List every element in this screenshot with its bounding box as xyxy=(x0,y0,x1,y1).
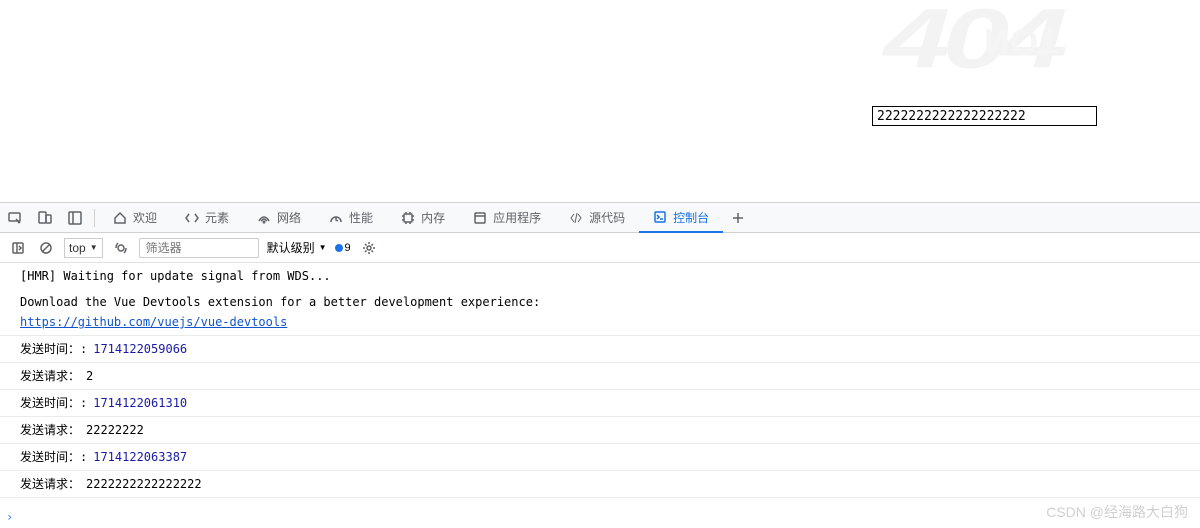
elements-icon xyxy=(185,211,199,225)
log-label: 发送时间：: xyxy=(20,339,87,359)
tab-memory[interactable]: 内存 xyxy=(387,203,459,233)
tab-network[interactable]: 网络 xyxy=(243,203,315,233)
tab-label: 控制台 xyxy=(673,209,709,226)
log-label: 发送请求： xyxy=(20,474,80,494)
log-message: Download the Vue Devtools extension for … xyxy=(20,292,540,332)
tab-elements[interactable]: 元素 xyxy=(171,203,243,233)
tab-label: 应用程序 xyxy=(493,209,541,226)
log-value: 1714122059066 xyxy=(93,339,187,359)
context-selector[interactable]: top ▼ xyxy=(64,238,103,258)
tab-welcome[interactable]: 欢迎 xyxy=(99,203,171,233)
divider xyxy=(94,209,95,227)
console-log-row: 发送请求： 2222222222222222 xyxy=(0,471,1200,498)
log-value: 2222222222222222 xyxy=(86,474,202,494)
log-level-selector[interactable]: 默认级别 ▼ xyxy=(267,239,327,256)
devtools-tabs-bar: 欢迎 元素 网络 性能 内存 应用程序 源代码 控制台 xyxy=(0,203,1200,233)
console-log-row: 发送请求： 2 xyxy=(0,363,1200,390)
console-log-row: Download the Vue Devtools extension for … xyxy=(0,289,1200,336)
tab-label: 源代码 xyxy=(589,209,625,226)
tab-label: 欢迎 xyxy=(133,209,157,226)
console-log-row: 发送时间：: 1714122063387 xyxy=(0,444,1200,471)
log-value: 22222222 xyxy=(86,420,144,440)
network-icon xyxy=(257,211,271,225)
log-message: [HMR] Waiting for update signal from WDS… xyxy=(20,266,331,286)
console-log-row: [HMR] Waiting for update signal from WDS… xyxy=(0,263,1200,289)
tab-sources[interactable]: 源代码 xyxy=(555,203,639,233)
tab-label: 网络 xyxy=(277,209,301,226)
console-log-row: 发送时间：: 1714122061310 xyxy=(0,390,1200,417)
dock-side-icon[interactable] xyxy=(60,203,90,233)
add-tab-icon[interactable] xyxy=(723,203,753,233)
context-label: top xyxy=(69,241,86,255)
chevron-down-icon: ▼ xyxy=(319,243,327,252)
console-log-row: 发送时间：: 1714122059066 xyxy=(0,336,1200,363)
tab-console[interactable]: 控制台 xyxy=(639,203,723,233)
memory-icon xyxy=(401,211,415,225)
console-log-row: 发送请求： 22222222 xyxy=(0,417,1200,444)
toggle-sidebar-icon[interactable] xyxy=(8,238,28,258)
log-label: 发送请求： xyxy=(20,420,80,440)
level-label: 默认级别 xyxy=(267,239,315,256)
application-icon xyxy=(473,211,487,225)
log-value: 1714122061310 xyxy=(93,393,187,413)
live-expression-icon[interactable] xyxy=(111,238,131,258)
console-icon xyxy=(653,210,667,224)
page-content: 404 NOT xyxy=(0,0,1200,202)
sources-icon xyxy=(569,211,583,225)
device-toggle-icon[interactable] xyxy=(30,203,60,233)
filter-input[interactable] xyxy=(139,238,259,258)
clear-console-icon[interactable] xyxy=(36,238,56,258)
inspect-element-icon[interactable] xyxy=(0,203,30,233)
console-toolbar: top ▼ 默认级别 ▼ 9 xyxy=(0,233,1200,263)
tab-label: 性能 xyxy=(349,209,373,226)
settings-icon[interactable] xyxy=(359,238,379,258)
log-label: 发送请求： xyxy=(20,366,80,386)
log-label: 发送时间：: xyxy=(20,393,87,413)
log-value: 1714122063387 xyxy=(93,447,187,467)
console-prompt[interactable]: › xyxy=(0,506,1200,528)
tab-label: 内存 xyxy=(421,209,445,226)
tab-label: 元素 xyxy=(205,209,229,226)
text-input[interactable] xyxy=(872,106,1097,126)
devtools-panel: 欢迎 元素 网络 性能 内存 应用程序 源代码 控制台 xyxy=(0,202,1200,528)
badge-count: 9 xyxy=(345,242,351,254)
chevron-down-icon: ▼ xyxy=(90,243,98,252)
console-output[interactable]: [HMR] Waiting for update signal from WDS… xyxy=(0,263,1200,506)
log-label: 发送时间：: xyxy=(20,447,87,467)
background-not-text: NOT xyxy=(984,20,1060,62)
home-icon xyxy=(113,211,127,225)
issues-badge[interactable]: 9 xyxy=(335,242,351,254)
badge-dot-icon xyxy=(335,244,343,252)
tab-application[interactable]: 应用程序 xyxy=(459,203,555,233)
log-value: 2 xyxy=(86,366,93,386)
performance-icon xyxy=(329,211,343,225)
tab-performance[interactable]: 性能 xyxy=(315,203,387,233)
devtools-link[interactable]: https://github.com/vuejs/vue-devtools xyxy=(20,315,287,329)
